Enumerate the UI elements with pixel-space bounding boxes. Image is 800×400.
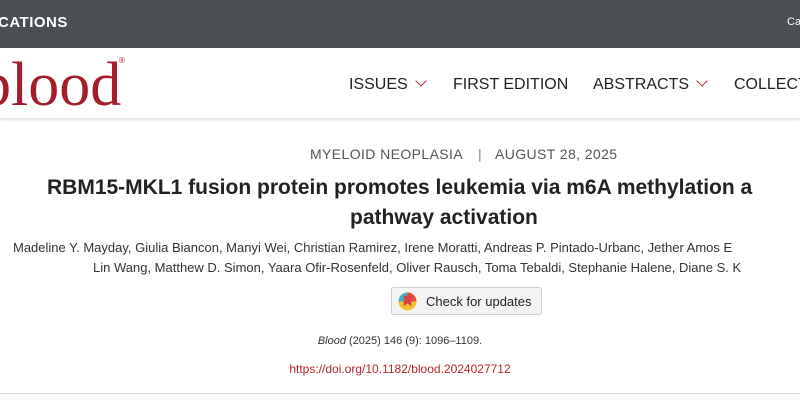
chevron-down-icon	[696, 75, 708, 87]
page: CATIONS Ca blood ® ISSUES FIRST EDITION …	[0, 0, 800, 400]
publications-link[interactable]: CATIONS	[0, 14, 68, 31]
article-date: AUGUST 28, 2025	[495, 146, 618, 162]
crossmark-icon	[398, 292, 417, 311]
check-for-updates-label: Check for updates	[426, 294, 532, 309]
nav-collections-label: COLLECT	[734, 76, 800, 93]
content-divider	[0, 393, 800, 400]
top-bar: CATIONS Ca	[0, 0, 800, 48]
article-category[interactable]: MYELOID NEOPLASIA	[310, 146, 463, 162]
chevron-down-icon	[415, 75, 427, 87]
article-title-line2: pathway activation	[350, 206, 538, 229]
authors-line1[interactable]: Madeline Y. Mayday, Giulia Biancon, Many…	[13, 240, 732, 255]
meta-separator: |	[478, 146, 483, 162]
registered-mark: ®	[119, 56, 125, 65]
citation: Blood (2025) 146 (9): 1096–1109.	[0, 335, 800, 347]
citation-journal: Blood	[317, 335, 346, 347]
topbar-right-link[interactable]: Ca	[787, 16, 800, 28]
journal-header: blood ® ISSUES FIRST EDITION ABSTRACTS C…	[0, 48, 800, 118]
nav-abstracts[interactable]: ABSTRACTS	[593, 75, 708, 94]
doi: https://doi.org/10.1182/blood.2024027712	[0, 362, 800, 376]
nav-collections[interactable]: COLLECT	[734, 76, 800, 94]
citation-details: (2025) 146 (9): 1096–1109.	[345, 335, 483, 347]
nav-abstracts-label: ABSTRACTS	[593, 76, 690, 93]
nav-issues[interactable]: ISSUES	[349, 75, 427, 94]
nav-issues-label: ISSUES	[349, 76, 408, 93]
nav-first-edition[interactable]: FIRST EDITION	[453, 76, 568, 94]
nav-first-edition-label: FIRST EDITION	[453, 76, 569, 93]
article-title-line1: RBM15-MKL1 fusion protein promotes leuke…	[47, 176, 753, 199]
doi-link[interactable]: https://doi.org/10.1182/blood.2024027712	[289, 362, 510, 376]
authors-line2[interactable]: Lin Wang, Matthew D. Simon, Yaara Ofir-R…	[93, 260, 741, 275]
check-for-updates-button[interactable]: Check for updates	[391, 287, 542, 315]
blood-logo[interactable]: blood	[0, 54, 121, 116]
